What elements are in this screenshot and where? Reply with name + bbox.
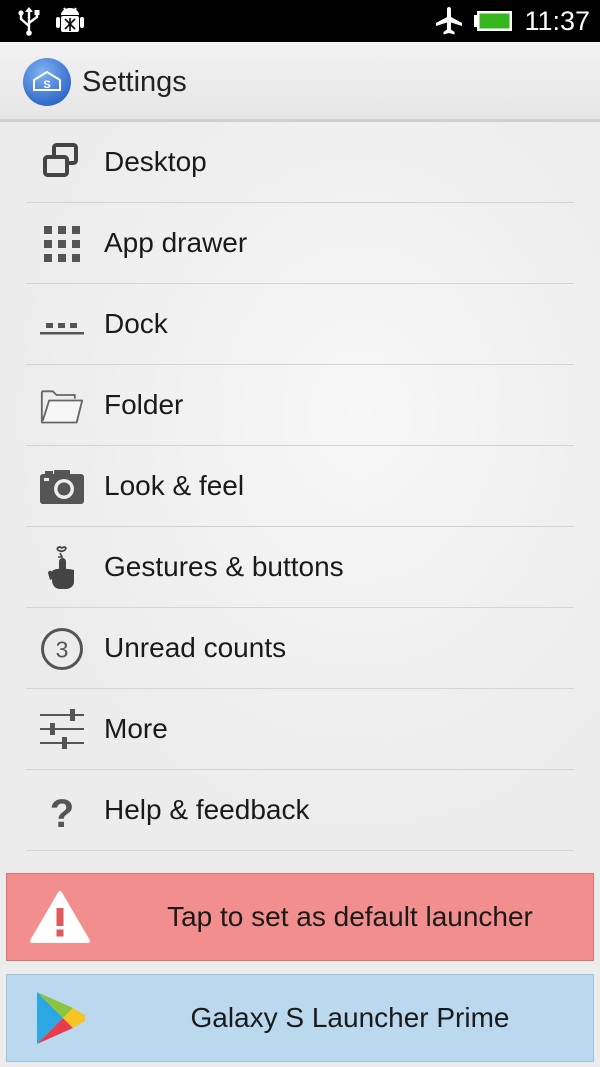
settings-item-look-and-feel[interactable]: Look & feel xyxy=(26,446,574,527)
settings-item-more[interactable]: More xyxy=(26,689,574,770)
sliders-icon xyxy=(40,709,84,749)
usb-icon xyxy=(18,7,40,36)
action-bar: S Settings xyxy=(0,42,600,122)
unread-count-number: 3 xyxy=(56,637,69,663)
prime-promo-banner[interactable]: Galaxy S Launcher Prime xyxy=(6,974,594,1062)
settings-item-label: Dock xyxy=(104,308,168,339)
settings-item-label: Desktop xyxy=(104,146,207,177)
camera-icon xyxy=(40,470,84,504)
settings-item-dock[interactable]: Dock xyxy=(26,284,574,365)
settings-item-label: Help & feedback xyxy=(104,794,310,825)
status-bar: 11:37 xyxy=(0,0,600,42)
app-drawer-icon xyxy=(44,226,80,262)
settings-list: Desktop App drawer Dock Folder Look & fe… xyxy=(0,122,600,851)
prime-promo-label: Galaxy S Launcher Prime xyxy=(190,1002,510,1033)
settings-item-app-drawer[interactable]: App drawer xyxy=(26,203,574,284)
settings-item-label: Unread counts xyxy=(104,632,287,663)
battery-icon xyxy=(474,11,512,31)
settings-item-label: App drawer xyxy=(104,227,248,258)
settings-item-help-and-feedback[interactable]: ? Help & feedback xyxy=(26,770,574,851)
page-title: Settings xyxy=(82,66,187,98)
gesture-finger-icon xyxy=(48,546,74,589)
settings-item-label: Folder xyxy=(104,389,184,420)
settings-item-label: Gestures & buttons xyxy=(104,551,344,582)
settings-item-desktop[interactable]: Desktop xyxy=(26,122,574,203)
help-icon: ? xyxy=(50,792,74,833)
warning-icon xyxy=(30,891,90,943)
folder-icon xyxy=(40,390,84,424)
launcher-s-icon[interactable]: S xyxy=(22,57,72,107)
unread-count-icon: 3 xyxy=(41,628,83,670)
settings-item-unread-counts[interactable]: 3 Unread counts xyxy=(26,608,574,689)
default-launcher-label: Tap to set as default launcher xyxy=(167,901,533,932)
desktop-icon xyxy=(43,143,78,177)
app-icon-letter: S xyxy=(43,79,50,91)
android-debug-icon xyxy=(56,7,84,32)
play-store-icon xyxy=(37,992,85,1044)
default-launcher-banner[interactable]: Tap to set as default launcher xyxy=(6,873,594,961)
settings-item-gestures-and-buttons[interactable]: Gestures & buttons xyxy=(26,527,574,608)
settings-item-folder[interactable]: Folder xyxy=(26,365,574,446)
settings-item-label: Look & feel xyxy=(104,470,245,501)
dock-icon xyxy=(40,323,84,335)
settings-item-label: More xyxy=(104,713,168,744)
airplane-mode-icon xyxy=(436,7,462,35)
help-question-mark: ? xyxy=(50,792,74,833)
status-clock: 11:37 xyxy=(524,6,590,36)
